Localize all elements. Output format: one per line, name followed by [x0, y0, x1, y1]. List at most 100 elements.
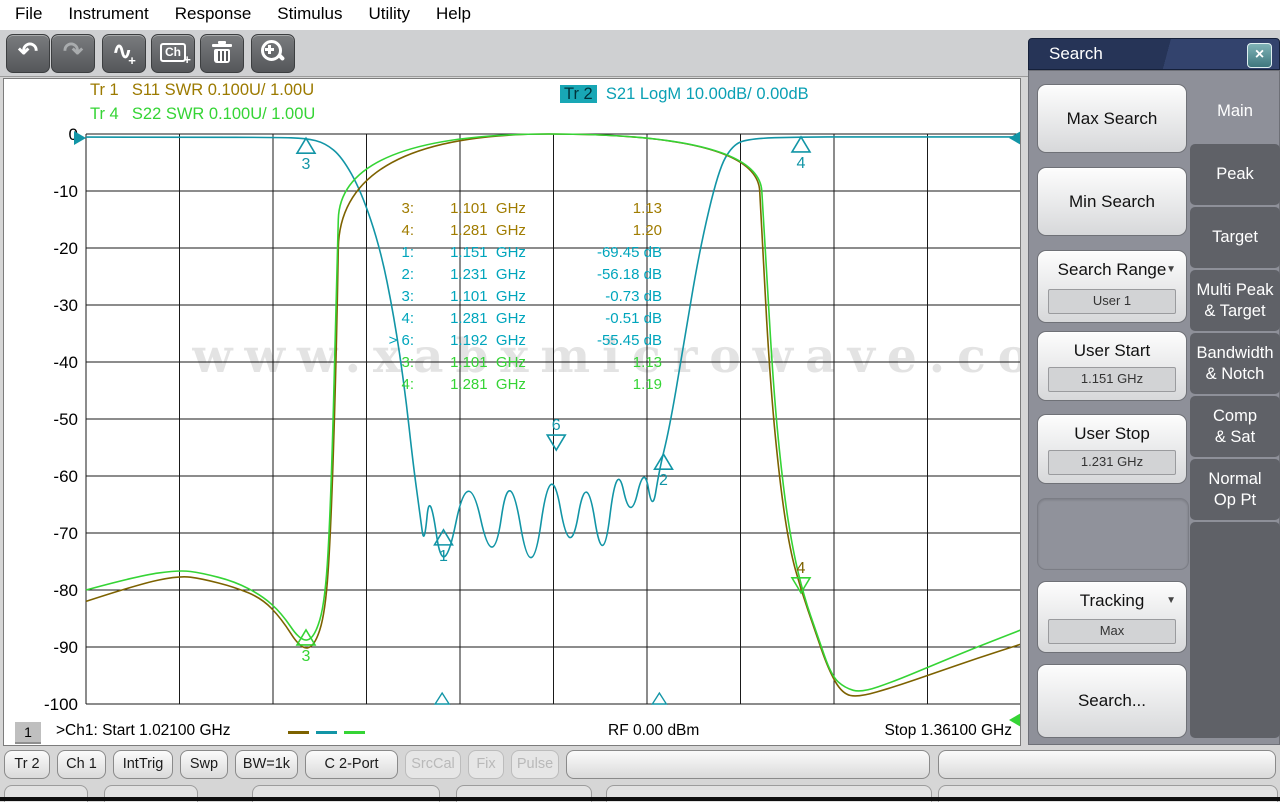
tab-normal-op-pt[interactable]: Normal Op Pt — [1190, 459, 1280, 520]
marker-value: -69.45 dB — [562, 242, 662, 264]
marker-3-label: 3 — [302, 156, 311, 173]
marker-frequency: 1.192 GHz — [414, 330, 562, 352]
status-button-inttrig[interactable]: IntTrig — [113, 750, 173, 779]
marker-3-label: 3 — [302, 648, 311, 665]
tab-multi-peak-target[interactable]: Multi Peak & Target — [1190, 270, 1280, 331]
search-range-button[interactable]: Search Range▼User 1 — [1037, 250, 1187, 323]
y-axis-tick-label: -90 — [53, 638, 78, 657]
search-panel-body: Max SearchMin SearchSearch Range▼User 1U… — [1028, 70, 1280, 745]
marker-number: 1: — [364, 242, 414, 264]
tracking-button[interactable]: Tracking▼Max — [1037, 581, 1187, 653]
rf-power-label: RF 0.00 dBm — [608, 722, 699, 740]
marker-frequency: 1.101 GHz — [414, 352, 562, 374]
tab-comp-sat[interactable]: Comp & Sat — [1190, 396, 1280, 457]
min-search-button[interactable]: Min Search — [1037, 167, 1187, 236]
search-panel-title: Search — [1049, 44, 1103, 64]
status-button-c-2-port[interactable]: C 2-Port — [305, 750, 398, 779]
stop-frequency-label: Stop 1.36100 GHz — [842, 722, 1012, 740]
user-start-button[interactable]: User Start1.151 GHz — [1037, 331, 1187, 401]
status-button-tr-2[interactable]: Tr 2 — [4, 750, 50, 779]
y-axis-tick-label: -100 — [44, 695, 78, 714]
marker-frequency: 1.151 GHz — [414, 242, 562, 264]
menu-item-file[interactable]: File — [2, 0, 55, 28]
marker-value: -0.73 dB — [562, 286, 662, 308]
add-trace-button[interactable]: ∿+ — [102, 34, 146, 73]
menu-item-response[interactable]: Response — [162, 0, 265, 28]
menu-item-help[interactable]: Help — [423, 0, 484, 28]
marker-row: 4:1.281 GHz1.19 — [364, 374, 662, 396]
graph-area: 0-10-20-30-40-50-60-70-80-90-1003412634 — [4, 79, 1021, 739]
status-button-swp[interactable]: Swp — [180, 750, 228, 779]
marker-value: -0.51 dB — [562, 308, 662, 330]
marker-value: 1.19 — [562, 374, 662, 396]
redo-button[interactable]: ↷ — [51, 34, 95, 73]
marker-row: 3:1.101 GHz1.13 — [364, 352, 662, 374]
y-axis-tick-label: -60 — [53, 467, 78, 486]
status-button-srccal[interactable]: SrcCal — [405, 750, 461, 779]
undo-button[interactable]: ↶ — [6, 34, 50, 73]
legend-tr1[interactable]: Tr 1 S11 SWR 0.100U/ 1.00U — [86, 81, 314, 100]
undo-icon: ↶ — [18, 38, 38, 65]
marker-value: -56.18 dB — [562, 264, 662, 286]
legend-tr4[interactable]: Tr 4 S22 SWR 0.100U/ 1.00U — [86, 105, 315, 124]
softkey-value[interactable]: 1.231 GHz — [1048, 450, 1176, 475]
y-axis-tick-label: -20 — [53, 239, 78, 258]
status-button-fix[interactable]: Fix — [468, 750, 504, 779]
tab-main[interactable]: Main — [1190, 81, 1280, 142]
menu-item-instrument[interactable]: Instrument — [55, 0, 161, 28]
trace-format: S22 SWR 0.100U/ 1.00U — [123, 105, 316, 123]
bottom-edge — [0, 797, 1280, 801]
marker-number: 4: — [364, 374, 414, 396]
tab-bandwidth-notch[interactable]: Bandwidth & Notch — [1190, 333, 1280, 394]
softkey-value[interactable]: Max — [1048, 619, 1176, 644]
y-axis-tick-label: -50 — [53, 410, 78, 429]
plot-window: Tr 1 S11 SWR 0.100U/ 1.00U Tr 2 S21 LogM… — [3, 78, 1021, 746]
marker-frequency: 1.281 GHz — [414, 220, 562, 242]
marker-row: 4:1.281 GHz-0.51 dB — [364, 308, 662, 330]
marker-number: 3: — [364, 286, 414, 308]
softkey-value[interactable]: User 1 — [1048, 289, 1176, 314]
marker-value: 1.13 — [562, 352, 662, 374]
redo-icon: ↷ — [63, 38, 83, 65]
status-field-empty[interactable] — [566, 750, 930, 779]
marker-4-symbol[interactable] — [792, 137, 810, 152]
marker-value: 1.13 — [562, 198, 662, 220]
tab-target[interactable]: Target — [1190, 207, 1280, 268]
ref-level-arrow-tr2[interactable] — [1009, 131, 1021, 145]
marker-1-label: 1 — [439, 548, 448, 565]
marker-2-symbol[interactable] — [655, 454, 673, 469]
zoom-in-icon — [260, 39, 286, 65]
tr2-color-dash — [316, 731, 337, 734]
marker-4-label: 4 — [797, 155, 806, 172]
max-search-button[interactable]: Max Search — [1037, 84, 1187, 153]
delete-button[interactable] — [200, 34, 244, 73]
trace-id: Tr 2 — [560, 85, 597, 103]
offscale-marker-symbol — [435, 693, 449, 704]
legend-tr2[interactable]: Tr 2 S21 LogM 10.00dB/ 0.00dB — [560, 85, 809, 104]
status-button-bw-1k[interactable]: BW=1k — [235, 750, 298, 779]
softkey-label: Tracking — [1038, 591, 1186, 611]
add-channel-button[interactable]: Ch+ — [151, 34, 195, 73]
status-button-pulse[interactable]: Pulse — [511, 750, 559, 779]
search-button[interactable]: Search... — [1037, 664, 1187, 738]
add-channel-icon: Ch+ — [160, 43, 186, 62]
marker-frequency: 1.281 GHz — [414, 308, 562, 330]
marker-number: 4: — [364, 308, 414, 330]
menu-item-utility[interactable]: Utility — [355, 0, 423, 28]
close-icon[interactable]: × — [1247, 43, 1272, 68]
search-panel-titlebar[interactable]: Search × — [1028, 38, 1280, 70]
marker-6-symbol[interactable] — [547, 435, 565, 450]
user-stop-button[interactable]: User Stop1.231 GHz — [1037, 414, 1187, 484]
vna-application: FileInstrumentResponseStimulusUtilityHel… — [0, 0, 1280, 801]
ref-level-arrow-tr2[interactable] — [74, 131, 86, 145]
status-field-empty[interactable] — [938, 750, 1276, 779]
marker-number: 3: — [364, 198, 414, 220]
status-button-ch-1[interactable]: Ch 1 — [57, 750, 106, 779]
y-axis-tick-label: -30 — [53, 296, 78, 315]
softkey-value[interactable]: 1.151 GHz — [1048, 367, 1176, 392]
zoom-in-button[interactable] — [251, 34, 295, 73]
marker-4-label: 4 — [797, 560, 806, 577]
marker-row: 3:1.101 GHz1.13 — [364, 198, 662, 220]
menu-item-stimulus[interactable]: Stimulus — [264, 0, 355, 28]
tab-peak[interactable]: Peak — [1190, 144, 1280, 205]
